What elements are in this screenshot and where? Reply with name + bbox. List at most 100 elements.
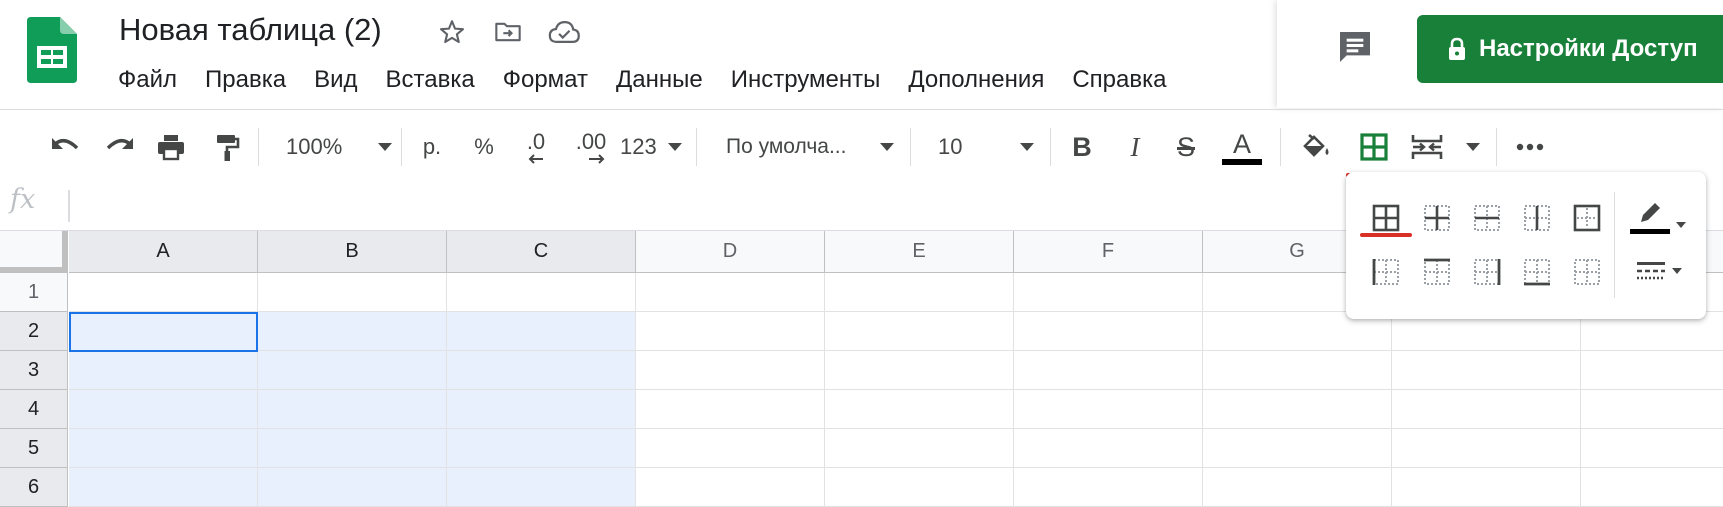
column-header[interactable]: C <box>447 231 636 273</box>
grid-cell[interactable] <box>636 429 825 468</box>
inner-borders-icon[interactable] <box>1417 198 1457 238</box>
menu-file[interactable]: Файл <box>104 66 191 94</box>
grid-cell[interactable] <box>636 468 825 507</box>
font-size-select[interactable]: 10 <box>938 127 1034 167</box>
borders-icon[interactable] <box>1352 127 1396 167</box>
grid-cell[interactable] <box>825 429 1014 468</box>
row-header[interactable]: 4 <box>0 390 68 429</box>
fill-color-icon[interactable] <box>1298 127 1334 167</box>
row-header[interactable]: 5 <box>0 429 68 468</box>
cloud-saved-icon[interactable] <box>546 14 582 50</box>
text-color-button[interactable]: A <box>1222 124 1262 170</box>
grid-cell[interactable] <box>1581 390 1723 429</box>
merge-cells-button[interactable] <box>1410 127 1480 167</box>
grid-cell[interactable] <box>258 312 447 351</box>
grid-cell[interactable] <box>1392 351 1581 390</box>
grid-cell[interactable] <box>69 429 258 468</box>
strikethrough-button[interactable]: S <box>1168 127 1204 167</box>
undo-icon[interactable] <box>46 127 86 167</box>
menu-tools[interactable]: Инструменты <box>717 66 895 94</box>
comment-history-icon[interactable] <box>1330 22 1380 72</box>
column-header[interactable]: D <box>636 231 825 273</box>
grid-cell[interactable] <box>825 468 1014 507</box>
top-border-icon[interactable] <box>1417 252 1457 292</box>
grid-cell[interactable] <box>447 468 636 507</box>
menu-data[interactable]: Данные <box>602 66 717 94</box>
grid-cell[interactable] <box>636 390 825 429</box>
sheets-logo-icon[interactable] <box>27 17 77 83</box>
grid-cell[interactable] <box>447 312 636 351</box>
grid-cell[interactable] <box>447 390 636 429</box>
outer-borders-icon[interactable] <box>1567 198 1607 238</box>
menu-addons[interactable]: Дополнения <box>894 66 1058 94</box>
grid-cell[interactable] <box>1392 468 1581 507</box>
zoom-select[interactable]: 100% <box>282 127 392 167</box>
more-options-icon[interactable] <box>1512 127 1548 167</box>
clear-borders-icon[interactable] <box>1567 252 1607 292</box>
grid-cell[interactable] <box>258 468 447 507</box>
grid-cell[interactable] <box>1014 468 1203 507</box>
document-title[interactable]: Новая таблица (2) <box>119 12 382 48</box>
grid-cell[interactable] <box>636 351 825 390</box>
grid-cell[interactable] <box>1392 390 1581 429</box>
vertical-borders-icon[interactable] <box>1517 198 1557 238</box>
menu-edit[interactable]: Правка <box>191 66 300 94</box>
grid-cell[interactable] <box>447 429 636 468</box>
row-header[interactable]: 1 <box>0 273 68 312</box>
border-style-button[interactable] <box>1636 256 1690 286</box>
share-button[interactable]: Настройки Доступ <box>1417 15 1723 83</box>
column-header[interactable]: B <box>258 231 447 273</box>
menu-view[interactable]: Вид <box>300 66 371 94</box>
grid-cell[interactable] <box>69 273 258 312</box>
grid-cell[interactable] <box>1014 429 1203 468</box>
grid-cell[interactable] <box>447 273 636 312</box>
grid-cell[interactable] <box>1014 312 1203 351</box>
redo-icon[interactable] <box>99 127 139 167</box>
grid-cell[interactable] <box>69 468 258 507</box>
currency-format-button[interactable]: р. <box>414 127 450 167</box>
grid-cell[interactable] <box>258 273 447 312</box>
grid-cell[interactable] <box>825 312 1014 351</box>
font-family-select[interactable]: По умолча... <box>726 127 894 167</box>
print-icon[interactable] <box>151 127 191 167</box>
grid-cell[interactable] <box>1203 468 1392 507</box>
grid-cell[interactable] <box>1203 351 1392 390</box>
grid-cell[interactable] <box>1581 351 1723 390</box>
paint-format-icon[interactable] <box>207 127 247 167</box>
percent-format-button[interactable]: % <box>466 127 502 167</box>
grid-cell[interactable] <box>1392 429 1581 468</box>
menu-help[interactable]: Справка <box>1058 66 1180 94</box>
grid-cell[interactable] <box>636 312 825 351</box>
move-to-folder-icon[interactable] <box>490 14 526 50</box>
column-header[interactable]: E <box>825 231 1014 273</box>
grid-cell[interactable] <box>1581 468 1723 507</box>
grid-cell[interactable] <box>1014 351 1203 390</box>
row-header[interactable]: 6 <box>0 468 68 507</box>
grid-cell[interactable] <box>258 351 447 390</box>
grid-cell[interactable] <box>1203 390 1392 429</box>
left-border-icon[interactable] <box>1366 252 1406 292</box>
grid-cell[interactable] <box>69 390 258 429</box>
grid-cell[interactable] <box>825 390 1014 429</box>
bold-button[interactable]: B <box>1064 127 1100 167</box>
column-header[interactable]: F <box>1014 231 1203 273</box>
increase-decimals-button[interactable]: .00 <box>568 127 614 167</box>
right-border-icon[interactable] <box>1467 252 1507 292</box>
grid-cell[interactable] <box>447 351 636 390</box>
menu-insert[interactable]: Вставка <box>372 66 489 94</box>
grid-cell[interactable] <box>825 273 1014 312</box>
italic-button[interactable]: I <box>1117 127 1153 167</box>
row-header[interactable]: 2 <box>0 312 68 351</box>
grid-cell[interactable] <box>258 429 447 468</box>
bottom-border-icon[interactable] <box>1517 252 1557 292</box>
grid-cell[interactable] <box>1014 273 1203 312</box>
star-icon[interactable] <box>434 14 470 50</box>
horizontal-borders-icon[interactable] <box>1467 198 1507 238</box>
grid-cell[interactable] <box>1203 429 1392 468</box>
more-formats-button[interactable]: 123 <box>620 127 682 167</box>
column-header[interactable]: A <box>69 231 258 273</box>
grid-cell[interactable] <box>1014 390 1203 429</box>
decrease-decimals-button[interactable]: .0 <box>515 127 557 167</box>
grid-cell[interactable] <box>69 351 258 390</box>
grid-cell[interactable] <box>1581 429 1723 468</box>
